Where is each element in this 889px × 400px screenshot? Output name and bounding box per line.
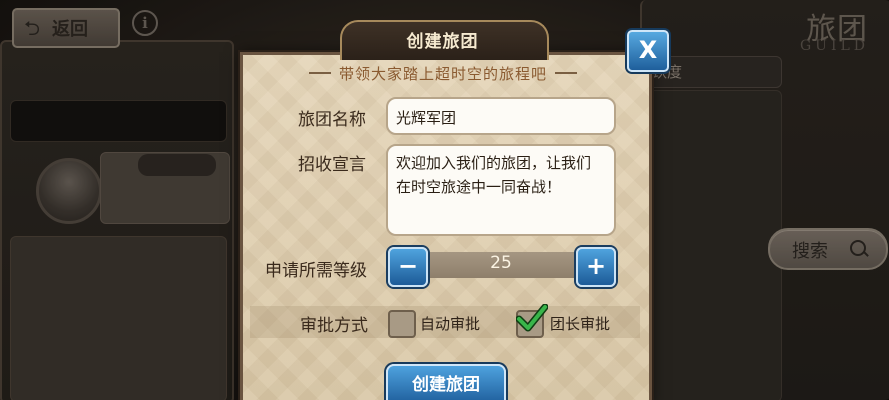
auto-approve-checkbox[interactable] xyxy=(388,310,416,338)
checkmark-icon xyxy=(516,304,548,332)
dialog-subtitle-row: 带领大家踏上超时空的旅程吧 xyxy=(246,60,640,86)
subtitle-divider-right xyxy=(555,72,577,74)
recruit-slogan-label: 招收宣言 xyxy=(298,155,366,175)
recruit-slogan-line-1: 欢迎加入我们的旅团，让我们 xyxy=(396,154,592,172)
approval-method-label: 审批方式 xyxy=(300,316,368,336)
create-guild-button[interactable]: 创建旅团 xyxy=(386,364,506,400)
recruit-slogan-line-2: 在时空旅途中一同奋战！ xyxy=(396,178,562,196)
subtitle-divider-left xyxy=(308,72,331,74)
recruit-slogan-input[interactable]: 欢迎加入我们的旅团，让我们 在时空旅途中一同奋战！ xyxy=(386,144,616,236)
guild-name-input[interactable]: 光辉军团 xyxy=(386,97,616,135)
dialog-subtitle: 带领大家踏上超时空的旅程吧 xyxy=(338,64,547,83)
dialog-title: 创建旅团 xyxy=(406,32,479,52)
game-screen: 跃度 旅团 GUILD 搜索 ⮌ 返回 i 创建旅团 带领大家踏上超时空的旅程吧… xyxy=(0,0,889,400)
auto-approve-label: 自动审批 xyxy=(420,315,481,333)
required-level-label: 申请所需等级 xyxy=(265,261,367,281)
close-button[interactable]: X xyxy=(627,30,669,72)
level-decrease-button[interactable]: − xyxy=(388,247,428,287)
required-level-value: 25 xyxy=(490,253,512,273)
guild-name-label: 旅团名称 xyxy=(298,110,366,130)
level-increase-button[interactable]: + xyxy=(576,247,616,287)
leader-approve-label: 团长审批 xyxy=(550,315,611,333)
